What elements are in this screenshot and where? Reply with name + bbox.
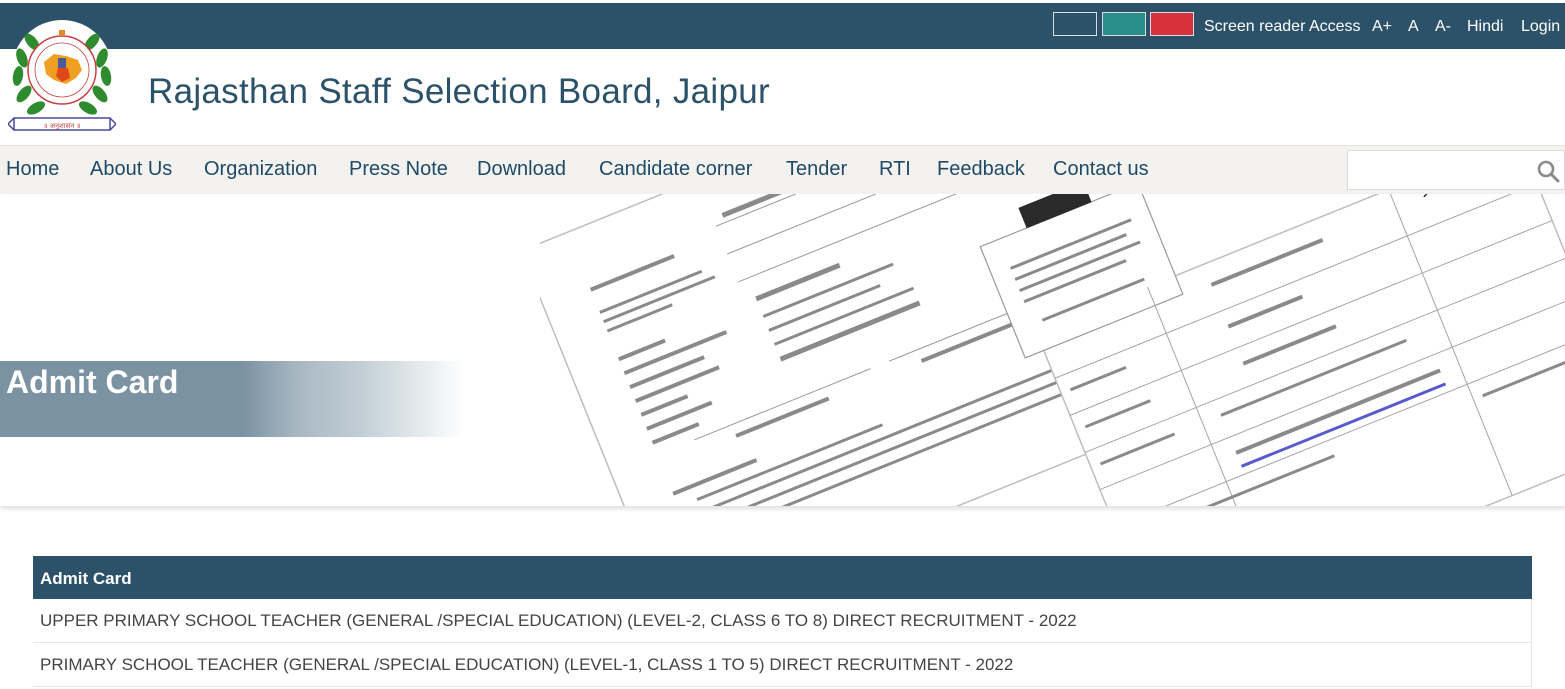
font-decrease-button[interactable]: A-: [1435, 18, 1451, 36]
font-increase-button[interactable]: A+: [1372, 18, 1392, 36]
login-link[interactable]: Login: [1521, 18, 1560, 36]
font-normal-button[interactable]: A: [1408, 18, 1419, 36]
theme-dark-button[interactable]: [1053, 12, 1097, 36]
nav-feedback[interactable]: Feedback: [937, 158, 1025, 181]
table-header: Admit Card: [33, 556, 1532, 599]
theme-red-button[interactable]: [1150, 12, 1194, 36]
hindi-language-link[interactable]: Hindi: [1467, 18, 1503, 36]
table-row[interactable]: PRIMARY SCHOOL TEACHER (GENERAL /SPECIAL…: [33, 643, 1532, 687]
admit-card-table: Admit Card UPPER PRIMARY SCHOOL TEACHER …: [33, 556, 1532, 687]
search-icon[interactable]: [1536, 159, 1560, 183]
svg-text:॥ अनुशासन ॥: ॥ अनुशासन ॥: [43, 122, 80, 130]
page-title: Admit Card: [6, 364, 179, 400]
page-banner: Admit Card: [0, 194, 1565, 506]
nav-download[interactable]: Download: [477, 158, 566, 181]
main-nav: Home About Us Organization Press Note Do…: [0, 145, 1565, 194]
nav-tender[interactable]: Tender: [786, 158, 847, 181]
nav-candidate-corner[interactable]: Candidate corner: [599, 158, 752, 181]
nav-organization[interactable]: Organization: [204, 158, 317, 181]
utility-bar: Screen reader Access A+ A A- Hindi Login: [0, 3, 1565, 49]
search-input[interactable]: [1347, 150, 1565, 190]
nav-press-note[interactable]: Press Note: [349, 158, 448, 181]
site-title: Rajasthan Staff Selection Board, Jaipur: [148, 72, 770, 111]
theme-teal-button[interactable]: [1102, 12, 1146, 36]
nav-about-us[interactable]: About Us: [90, 158, 172, 181]
search-field[interactable]: [1348, 151, 1528, 187]
nav-home[interactable]: Home: [6, 158, 59, 181]
nav-contact-us[interactable]: Contact us: [1053, 158, 1149, 181]
nav-rti[interactable]: RTI: [879, 158, 911, 181]
admit-card-illustration: [540, 194, 1565, 506]
rssb-emblem-icon[interactable]: ॥ अनुशासन ॥: [6, 18, 118, 134]
screen-reader-link[interactable]: Screen reader Access: [1204, 18, 1361, 36]
table-row[interactable]: UPPER PRIMARY SCHOOL TEACHER (GENERAL /S…: [33, 599, 1532, 643]
